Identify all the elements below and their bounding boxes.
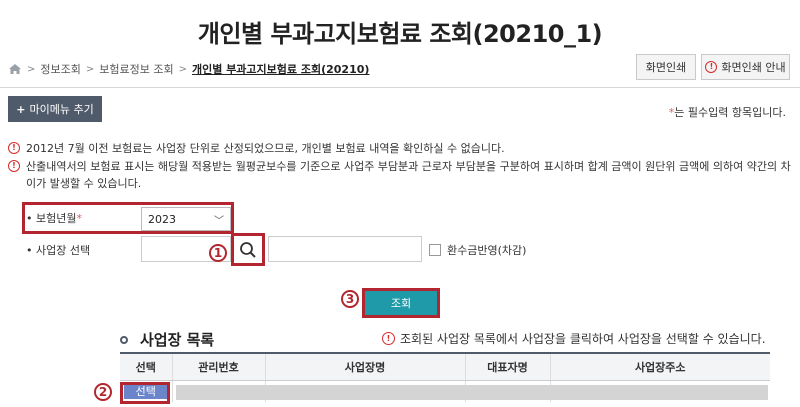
print-button[interactable]: 화면인쇄 xyxy=(636,54,696,80)
section-title: 사업장 목록 xyxy=(120,329,214,350)
highlight-select xyxy=(120,382,170,404)
breadcrumb-item-current[interactable]: 개인별 부과고지보험료 조회(20210) xyxy=(192,61,369,77)
list-notice-text: 조회된 사업장 목록에서 사업장을 클릭하여 사업장을 선택할 수 있습니다. xyxy=(400,332,766,346)
breadcrumb-item-premium[interactable]: 보험료정보 조회 xyxy=(99,61,173,77)
home-icon[interactable] xyxy=(8,63,22,75)
warning-icon: ! xyxy=(8,142,20,154)
highlight-search xyxy=(231,233,265,266)
callout-number-3: 3 xyxy=(341,290,359,308)
circle-bullet-icon xyxy=(120,335,128,344)
highlight-submit xyxy=(362,288,440,318)
warning-icon: ! xyxy=(382,332,395,345)
print-button-label: 화면인쇄 xyxy=(645,61,687,74)
checkbox-box[interactable] xyxy=(429,244,441,256)
required-note: *는 필수입력 항목입니다. xyxy=(669,104,786,120)
add-my-menu-label: 마이메뉴 추기 xyxy=(29,103,94,116)
print-guide-label: 화면인쇄 안내 xyxy=(721,61,786,74)
column-header-representative: 대표자명 xyxy=(465,354,551,381)
breadcrumb-separator: > xyxy=(27,63,36,75)
notice-item: ! 산출내역서의 보험료 표시는 해당월 적용받는 월평균보수를 기준으로 사업… xyxy=(8,158,794,192)
callout-number-1: 1 xyxy=(209,244,227,262)
list-notice: ! 조회된 사업장 목록에서 사업장을 클릭하여 사업장을 선택할 수 있습니다… xyxy=(382,330,766,347)
breadcrumb-item-info[interactable]: 정보조회 xyxy=(40,61,80,77)
warning-icon: ! xyxy=(8,160,20,172)
notice-item: ! 2012년 7월 이전 보험료는 사업장 단위로 산정되었으므로, 개인별 … xyxy=(8,140,505,157)
table-header-row: 선택 관리번호 사업장명 대표자명 사업장주소 xyxy=(120,354,770,381)
breadcrumb-separator: > xyxy=(85,63,95,75)
section-title-text: 사업장 목록 xyxy=(140,331,215,349)
breadcrumb: > 정보조회 > 보험료정보 조회 > 개인별 부과고지보험료 조회(20210… xyxy=(8,60,369,78)
warning-icon: ! xyxy=(705,61,718,73)
plus-icon: + xyxy=(16,102,26,116)
page-title: 개인별 부과고지보험료 조회(20210_1) xyxy=(197,20,603,48)
required-note-text: 는 필수입력 항목입니다. xyxy=(674,106,786,119)
column-header-address: 사업장주소 xyxy=(550,354,770,381)
column-header-mgmt-no: 관리번호 xyxy=(172,354,266,381)
add-my-menu-button[interactable]: + 마이메뉴 추기 xyxy=(8,96,102,122)
column-header-workplace-name: 사업장명 xyxy=(265,354,466,381)
masked-row-content xyxy=(176,385,768,400)
highlight-year xyxy=(22,202,234,234)
column-header-select: 선택 xyxy=(120,354,173,381)
breadcrumb-separator: > xyxy=(178,63,187,75)
notice-text: 산출내역서의 보험료 표시는 해당월 적용받는 월평균보수를 기준으로 사업주 … xyxy=(26,160,791,190)
print-guide-button[interactable]: ! 화면인쇄 안내 xyxy=(701,54,790,80)
notice-text: 2012년 7월 이전 보험료는 사업장 단위로 산정되었으므로, 개인별 보험… xyxy=(26,142,505,155)
refund-checkbox-label: 환수금반영(차감) xyxy=(447,244,527,257)
work-row: • 사업장 선택 xyxy=(22,235,140,265)
workplace-name-input[interactable] xyxy=(268,236,422,262)
work-label: • 사업장 선택 xyxy=(26,244,91,257)
header-divider xyxy=(0,87,800,88)
refund-checkbox[interactable]: 환수금반영(차감) xyxy=(429,242,526,258)
callout-number-2: 2 xyxy=(94,383,112,401)
